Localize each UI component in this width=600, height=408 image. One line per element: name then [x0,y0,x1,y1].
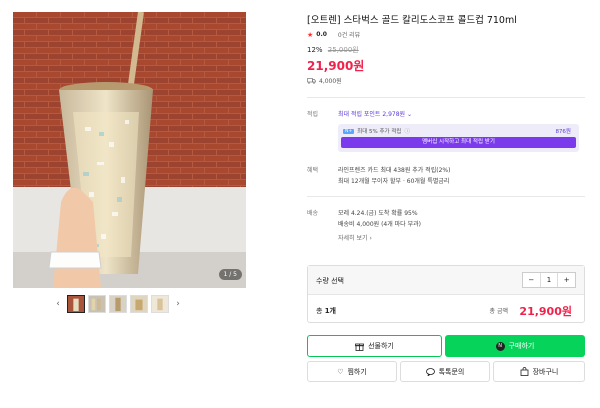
thumbnail-2[interactable] [88,295,106,313]
shipping-fee-detail: 배송비 4,000원 (4개 마다 부과) [338,221,421,228]
wish-button-label: 찜하기 [347,367,367,376]
total-price: 21,900원 [519,305,572,318]
thumbnail-next-button[interactable]: › [172,299,184,309]
discount-line: 12% 25,000원 [307,45,359,55]
thumbnail-4[interactable] [130,295,148,313]
chevron-right-icon: › [369,235,372,242]
gift-button-label: 선물하기 [368,342,394,350]
points-label: 적립 [307,111,319,118]
total-count-prefix: 총 [316,307,323,315]
thumbnail-prev-button[interactable]: ‹ [52,299,64,309]
heart-icon: ♡ [337,367,344,376]
divider [307,196,585,197]
shipping-arrival: 모레 4.24.(금) 도착 확률 95% [338,210,418,217]
cart-button[interactable]: 장바구니 [493,361,585,382]
bag-icon [520,367,529,376]
delivery-fee-amount: 4,000원 [319,78,342,85]
rating-score: 0.0 [316,31,327,38]
image-page-indicator: 1 / 5 [218,269,242,280]
info-icon[interactable]: ⓘ [404,127,410,135]
wish-button[interactable]: ♡ 찜하기 [307,361,397,382]
buy-button[interactable]: N 구매하기 [445,335,585,357]
chat-bubble-icon [425,367,435,376]
thumbnail-1[interactable] [67,295,85,313]
membership-badge: N+ [343,128,355,134]
membership-text: 최대 5% 추가 적립 [357,129,402,135]
product-title: [오트렌] 스타벅스 골드 칼리도스코프 콜드컵 710ml [307,15,517,26]
discount-rate: 12% [307,46,323,54]
quantity-label: 수량 선택 [316,277,344,285]
total-price-label: 총 금액 [489,308,508,315]
quantity-minus-button[interactable]: − [523,273,540,287]
order-box: 수량 선택 − 1 + 총 1개 총 금액 21,900원 [307,265,585,323]
max-points-link[interactable]: 최대 적립 포인트 2,978원 ⌄ [338,109,412,118]
quantity-stepper: − 1 + [522,272,576,288]
details-link-text: 자세히 보기 [338,235,368,242]
gift-icon [355,343,365,351]
chevron-down-icon: ⌄ [406,111,413,118]
membership-box: N+ 최대 5% 추가 적립 ⓘ 876원 멤버십 시작하고 최대 적립 받기 [338,124,579,152]
shipping-label: 배송 [307,210,319,217]
delivery-fee: 4,000원 [307,76,342,85]
benefits-label: 혜택 [307,167,319,174]
product-rating[interactable]: ★ 0.0 0건 리뷰 [307,30,360,40]
cart-button-label: 장바구니 [532,367,559,376]
quantity-input[interactable]: 1 [539,273,559,287]
total-count: 총 1개 [316,306,336,316]
sale-price: 21,900원 [307,59,365,73]
max-points-text: 최대 적립 포인트 2,978원 [338,111,406,118]
truck-icon [307,77,316,84]
quantity-plus-button[interactable]: + [558,273,575,287]
quantity-row: 수량 선택 − 1 + [308,266,584,295]
thumbnail-3[interactable] [109,295,127,313]
membership-start-button[interactable]: 멤버십 시작하고 최대 적립 받기 [341,137,576,148]
gift-button[interactable]: 선물하기 [307,335,442,357]
membership-amount: 876원 [555,129,571,135]
product-gallery: 1 / 5 ‹ › [0,0,278,408]
original-price: 25,000원 [327,46,359,54]
product-info: [오트렌] 스타벅스 골드 칼리도스코프 콜드컵 710ml ★ 0.0 0건 … [296,0,586,408]
benefit-installment[interactable]: 최대 12개월 무이자 할부 · 60개월 특별금리 [338,176,449,185]
review-count[interactable]: 0건 리뷰 [338,30,360,39]
talk-button-label: 톡톡문의 [438,367,465,376]
benefit-card[interactable]: 라인프렌즈 카드 최대 438원 추가 적립(2%) [338,165,450,174]
divider [307,97,585,98]
buy-button-label: 구매하기 [508,342,535,350]
talk-inquiry-button[interactable]: 톡톡문의 [400,361,490,382]
thumbnail-strip: ‹ › [52,295,192,313]
naver-pay-icon: N [495,341,505,351]
thumbnail-5[interactable] [151,295,169,313]
total-count-value: 1개 [324,307,336,315]
shipping-details-link[interactable]: 자세히 보기 › [338,233,372,242]
membership-info: N+ 최대 5% 추가 적립 ⓘ [343,127,410,135]
product-main-image[interactable]: 1 / 5 [13,12,246,288]
star-icon: ★ [307,30,314,39]
